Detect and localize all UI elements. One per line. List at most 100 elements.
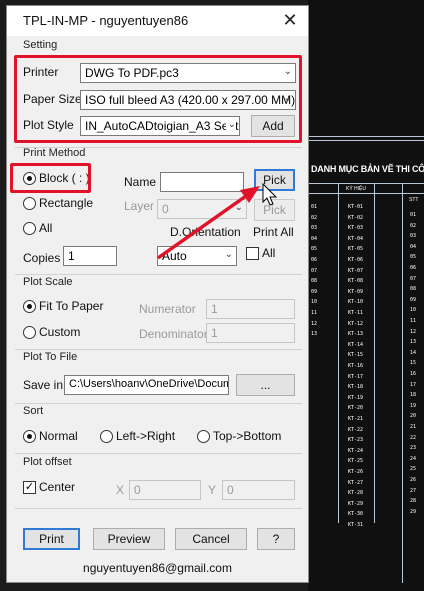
- fit-to-paper-radio[interactable]: [23, 300, 36, 313]
- cad-cell-text: 24: [410, 455, 417, 462]
- cad-cell-text: 14: [410, 349, 417, 356]
- cad-cell-text: KT-12: [348, 320, 364, 327]
- sort-top-bottom-label[interactable]: Top->Bottom: [213, 429, 281, 443]
- custom-radio[interactable]: [23, 326, 36, 339]
- print-all-checkbox-label[interactable]: All: [262, 246, 275, 260]
- cad-cell-text: KT-07: [348, 267, 364, 274]
- cad-cell-text: 27: [410, 487, 417, 494]
- name-input[interactable]: [160, 172, 244, 192]
- plot-dialog: TPL-IN-MP - nguyentuyen86 ✕ Setting Prin…: [6, 5, 309, 583]
- cad-grid-line: [308, 136, 424, 137]
- cad-cell-text: 02: [410, 222, 417, 229]
- window-title: TPL-IN-MP - nguyentuyen86: [23, 13, 189, 28]
- print-method-group-label: Print Method: [23, 147, 86, 159]
- cad-cell-text: KT-08: [348, 278, 364, 285]
- print-all-label: Print All: [253, 225, 294, 239]
- cad-cell-text: 05: [311, 246, 318, 253]
- sort-left-right-radio[interactable]: [100, 430, 113, 443]
- cad-cell-text: 06: [410, 265, 417, 271]
- cad-cell-text: 16: [410, 371, 417, 377]
- cad-cell-text: KT-27: [348, 479, 364, 486]
- copies-input[interactable]: 1: [63, 246, 117, 266]
- cad-grid-line: [374, 183, 375, 523]
- cad-cell-text: 15: [410, 360, 417, 367]
- preview-button[interactable]: Preview: [93, 528, 165, 550]
- cad-cell-text: 11: [410, 318, 417, 324]
- cad-cell-text: 12: [311, 320, 318, 327]
- cad-cell-text: KT-14: [348, 341, 364, 348]
- cad-cell-text: 10: [410, 307, 417, 314]
- orientation-label: D.Orientation: [170, 225, 241, 239]
- cad-cell-text: 12: [410, 328, 417, 335]
- divider: [15, 274, 302, 275]
- cad-cell-text: 06: [311, 257, 318, 263]
- cad-cell-text: KT-02: [348, 214, 364, 221]
- cad-cell-text: KT-22: [348, 426, 364, 433]
- name-label: Name: [124, 175, 157, 189]
- cad-cell-text: KT-30: [348, 511, 364, 518]
- x-offset-input: 0: [129, 480, 201, 500]
- save-path-input[interactable]: C:\Users\hoanv\OneDrive\Docum: [64, 375, 229, 395]
- print-all-checkbox[interactable]: [246, 247, 259, 260]
- cad-cell-text: 04: [311, 235, 318, 242]
- denominator-input: 1: [206, 323, 295, 343]
- sort-left-right-label[interactable]: Left->Right: [116, 429, 175, 443]
- block-highlight-box: [10, 163, 91, 193]
- cad-cell-text: 19: [410, 402, 417, 409]
- setting-highlight-box: [14, 55, 302, 143]
- sort-normal-label[interactable]: Normal: [39, 429, 78, 443]
- cancel-button[interactable]: Cancel: [175, 528, 247, 550]
- cad-cell-text: KT-21: [348, 416, 364, 422]
- cad-cell-text: 28: [410, 498, 417, 505]
- sort-top-bottom-radio[interactable]: [197, 430, 210, 443]
- x-label: X: [116, 483, 125, 497]
- cad-grid-line: [308, 140, 424, 141]
- cad-cell-text: 13: [410, 339, 417, 346]
- rectangle-radio[interactable]: [23, 197, 36, 210]
- orientation-select[interactable]: Auto ⌄: [157, 246, 237, 266]
- cad-cell-text: 23: [410, 445, 417, 452]
- layer-label: Layer: [124, 199, 155, 213]
- pick-block-button[interactable]: Pick: [254, 169, 295, 191]
- print-button[interactable]: Print: [23, 528, 80, 550]
- cad-cell-text: KT-10: [348, 299, 364, 306]
- all-radio[interactable]: [23, 222, 36, 235]
- title-bar: TPL-IN-MP - nguyentuyen86 ✕: [7, 6, 308, 36]
- cad-cell-text: KT-28: [348, 490, 364, 497]
- cad-cell-text: KT-29: [348, 500, 364, 507]
- numerator-input: 1: [206, 299, 295, 319]
- cad-cell-text: 07: [311, 267, 318, 274]
- plot-scale-group-label: Plot Scale: [23, 276, 73, 288]
- cad-grid-line: [338, 183, 339, 523]
- custom-label[interactable]: Custom: [39, 325, 80, 339]
- browse-button[interactable]: ...: [236, 374, 295, 396]
- cad-cell-text: KT-16: [348, 363, 364, 369]
- center-label[interactable]: Center: [39, 480, 75, 494]
- center-checkbox[interactable]: ✓: [23, 481, 36, 494]
- cad-table-title: DANH MỤC BẢN VẼ THI CÔ: [311, 164, 424, 174]
- cad-cell-text: KT-03: [348, 225, 364, 232]
- rectangle-option-label[interactable]: Rectangle: [39, 196, 93, 210]
- divider: [15, 508, 302, 509]
- help-button[interactable]: ?: [257, 528, 295, 550]
- cad-cell-text: KT-09: [348, 288, 364, 295]
- cad-cell-text: 08: [410, 286, 417, 293]
- cad-drawing-background: [308, 0, 424, 591]
- sort-group-label: Sort: [23, 405, 44, 417]
- divider: [15, 403, 302, 404]
- cad-cell-text: 21: [410, 424, 417, 430]
- divider: [15, 453, 302, 454]
- cad-cell-text: 01: [311, 204, 318, 210]
- layer-select: 0 ⌄: [157, 199, 247, 219]
- cad-grid-line: [308, 183, 424, 184]
- fit-to-paper-label[interactable]: Fit To Paper: [39, 299, 103, 313]
- all-option-label[interactable]: All: [39, 221, 52, 235]
- cad-cell-text: KT-24: [348, 447, 364, 454]
- plot-offset-group-label: Plot offset: [23, 456, 72, 468]
- denominator-label: Denominator: [139, 327, 208, 341]
- save-in-label: Save in: [23, 378, 64, 392]
- cad-cell-text: 09: [410, 296, 417, 303]
- sort-normal-radio[interactable]: [23, 430, 36, 443]
- numerator-label: Numerator: [139, 302, 196, 316]
- close-icon[interactable]: ✕: [280, 9, 300, 31]
